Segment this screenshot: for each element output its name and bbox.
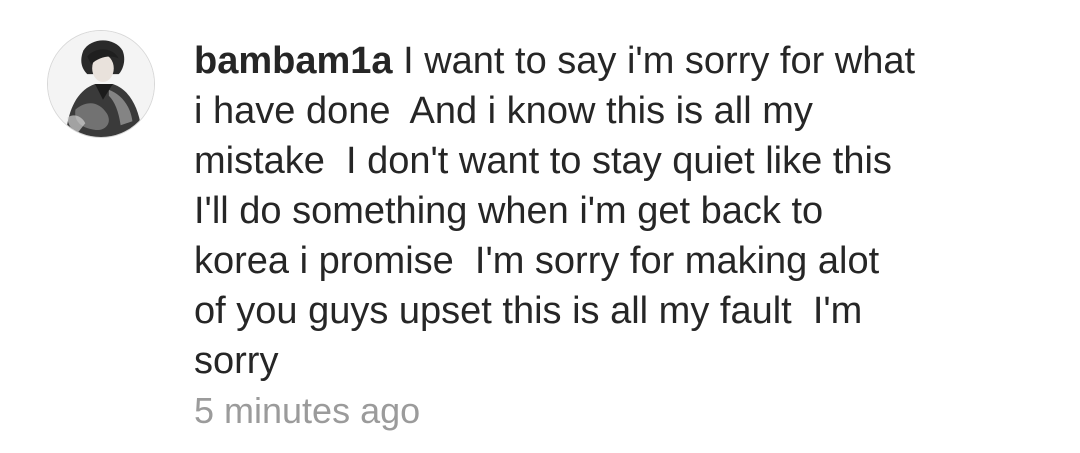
comment-timestamp: 5 minutes ago xyxy=(194,390,421,431)
comment-username[interactable]: bambam1a xyxy=(194,40,393,82)
comment-body: bambam1a I want to say i'm sorry for wha… xyxy=(194,36,1014,386)
avatar[interactable] xyxy=(47,30,155,138)
comment-text: I want to say i'm sorry for what i have … xyxy=(194,40,916,382)
avatar-photo xyxy=(48,31,154,137)
comment-item: bambam1a I want to say i'm sorry for wha… xyxy=(0,0,1080,453)
